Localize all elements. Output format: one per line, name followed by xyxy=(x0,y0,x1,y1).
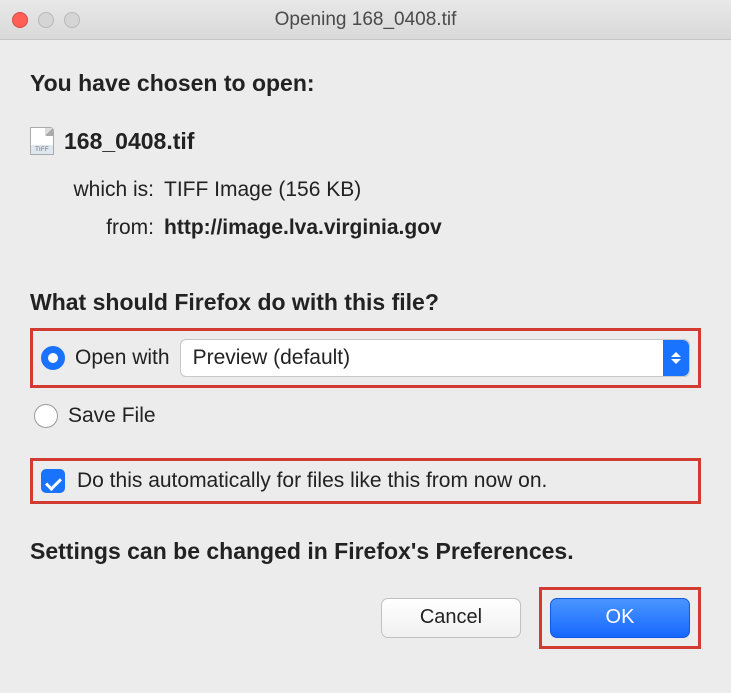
file-from-value: http://image.lva.virginia.gov xyxy=(164,209,442,247)
file-icon: TIFF xyxy=(30,127,54,155)
chevron-up-icon xyxy=(671,352,681,357)
settings-note: Settings can be changed in Firefox's Pre… xyxy=(30,538,701,565)
auto-checkbox-label: Do this automatically for files like thi… xyxy=(77,469,547,493)
file-meta: which is: TIFF Image (156 KB) from: http… xyxy=(64,171,701,247)
auto-checkbox-highlight: Do this automatically for files like thi… xyxy=(30,458,701,504)
save-file-radio[interactable] xyxy=(34,404,58,428)
ok-button-label: OK xyxy=(606,606,635,629)
titlebar: Opening 168_0408.tif xyxy=(0,0,731,40)
save-file-row: Save File xyxy=(34,404,697,428)
file-from-row: from: http://image.lva.virginia.gov xyxy=(64,209,701,247)
file-row: TIFF 168_0408.tif xyxy=(30,127,701,155)
file-type-row: which is: TIFF Image (156 KB) xyxy=(64,171,701,209)
window-controls xyxy=(12,12,80,28)
dialog-content: You have chosen to open: TIFF 168_0408.t… xyxy=(0,40,731,669)
file-from-label: from: xyxy=(64,209,154,247)
cancel-button[interactable]: Cancel xyxy=(381,598,521,638)
close-window-button[interactable] xyxy=(12,12,28,28)
maximize-window-button[interactable] xyxy=(64,12,80,28)
file-icon-badge: TIFF xyxy=(31,145,53,154)
file-name: 168_0408.tif xyxy=(64,128,194,155)
open-with-highlight: Open with Preview (default) xyxy=(30,328,701,388)
dialog-buttons: Cancel OK xyxy=(30,587,701,649)
heading-chosen-to-open: You have chosen to open: xyxy=(30,70,701,97)
application-select[interactable]: Preview (default) xyxy=(180,339,690,377)
file-type-value: TIFF Image (156 KB) xyxy=(164,171,361,209)
ok-button[interactable]: OK xyxy=(550,598,690,638)
minimize-window-button[interactable] xyxy=(38,12,54,28)
stepper-arrows-icon xyxy=(663,340,689,376)
ok-button-highlight: OK xyxy=(539,587,701,649)
auto-checkbox-row: Do this automatically for files like thi… xyxy=(41,469,690,493)
open-with-label: Open with xyxy=(75,346,170,370)
action-question: What should Firefox do with this file? xyxy=(30,289,701,316)
application-select-value: Preview (default) xyxy=(193,346,351,370)
window-title: Opening 168_0408.tif xyxy=(0,9,731,31)
save-file-label: Save File xyxy=(68,404,156,428)
chevron-down-icon xyxy=(671,359,681,364)
cancel-button-label: Cancel xyxy=(420,606,482,629)
open-with-radio[interactable] xyxy=(41,346,65,370)
file-type-label: which is: xyxy=(64,171,154,209)
open-with-row: Open with Preview (default) xyxy=(41,339,690,377)
auto-checkbox[interactable] xyxy=(41,469,65,493)
